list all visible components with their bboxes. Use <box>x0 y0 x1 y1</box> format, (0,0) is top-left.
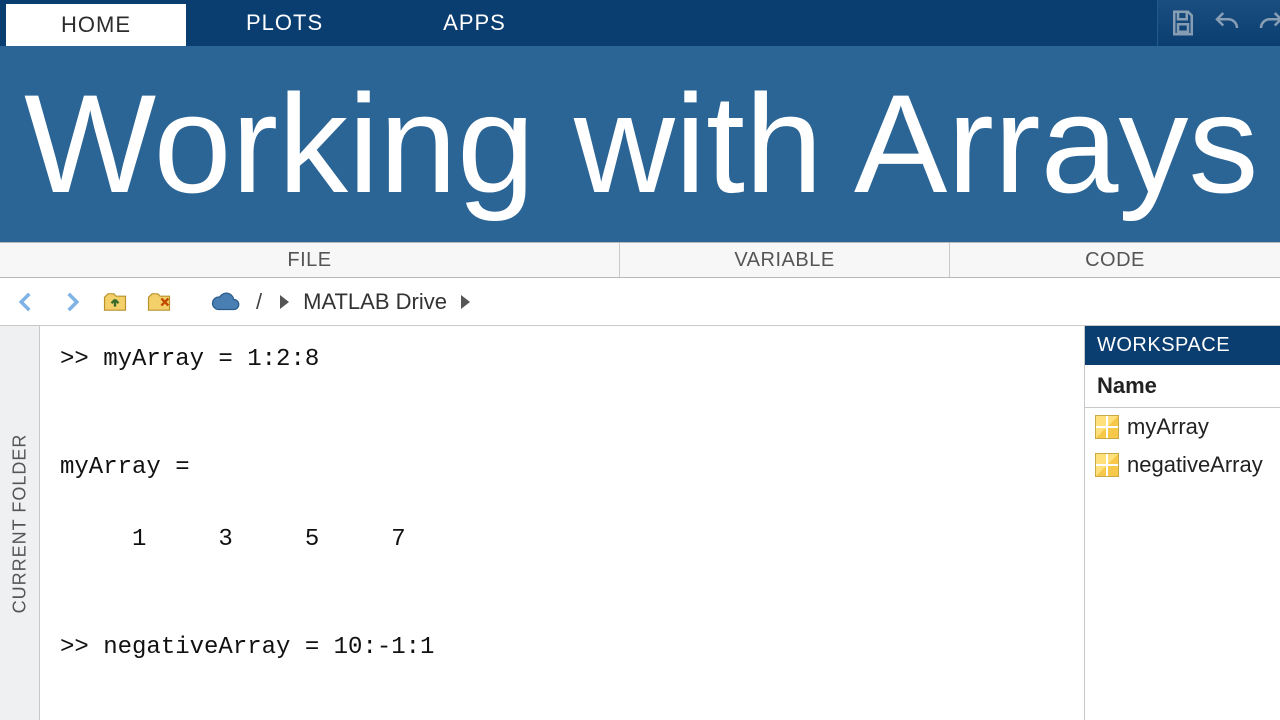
breadcrumb-drive[interactable]: MATLAB Drive <box>303 289 447 315</box>
section-file: FILE <box>0 243 620 277</box>
console-line: >> myArray = 1:2:8 <box>60 346 319 373</box>
title-banner: Working with Arrays <box>0 46 1280 242</box>
variable-icon <box>1095 415 1119 439</box>
workspace-var-name: myArray <box>1127 414 1209 440</box>
workspace-var-name: negativeArray <box>1127 452 1263 478</box>
console-line: 1 3 5 7 <box>60 526 406 553</box>
console-line: myArray = <box>60 454 190 481</box>
workspace-panel: WORKSPACE Name myArray negativeArray <box>1085 326 1280 720</box>
current-folder-label: CURRENT FOLDER <box>9 433 30 613</box>
redo-icon[interactable] <box>1256 8 1280 38</box>
section-code: CODE <box>950 243 1280 277</box>
up-folder-icon[interactable] <box>98 285 132 319</box>
tab-apps[interactable]: APPS <box>383 0 566 46</box>
title-text: Working with Arrays <box>24 74 1258 214</box>
workspace-column-name[interactable]: Name <box>1085 365 1280 408</box>
undo-icon[interactable] <box>1212 8 1242 38</box>
forward-icon[interactable] <box>54 285 88 319</box>
main-area: CURRENT FOLDER >> myArray = 1:2:8 myArra… <box>0 326 1280 720</box>
browse-folder-icon[interactable] <box>142 285 176 319</box>
breadcrumb-root[interactable]: / <box>256 289 262 315</box>
chevron-right-icon <box>461 295 470 309</box>
toolstrip-sections: FILE VARIABLE CODE <box>0 242 1280 278</box>
workspace-var[interactable]: negativeArray <box>1085 446 1280 484</box>
section-variable: VARIABLE <box>620 243 950 277</box>
workspace-title: WORKSPACE <box>1085 326 1280 365</box>
command-window[interactable]: >> myArray = 1:2:8 myArray = 1 3 5 7 >> … <box>40 326 1085 720</box>
variable-icon <box>1095 453 1119 477</box>
toolstrip: HOME PLOTS APPS <box>0 0 1280 46</box>
current-folder-panel[interactable]: CURRENT FOLDER <box>0 326 40 720</box>
address-bar: / MATLAB Drive <box>0 278 1280 326</box>
save-icon[interactable] <box>1168 8 1198 38</box>
quick-access-toolbar <box>1157 0 1280 46</box>
tab-plots[interactable]: PLOTS <box>186 0 383 46</box>
workspace-var[interactable]: myArray <box>1085 408 1280 446</box>
console-line: >> negativeArray = 10:-1:1 <box>60 634 434 661</box>
chevron-right-icon <box>280 295 289 309</box>
cloud-icon[interactable] <box>208 285 242 319</box>
back-icon[interactable] <box>10 285 44 319</box>
tab-home[interactable]: HOME <box>6 4 186 46</box>
